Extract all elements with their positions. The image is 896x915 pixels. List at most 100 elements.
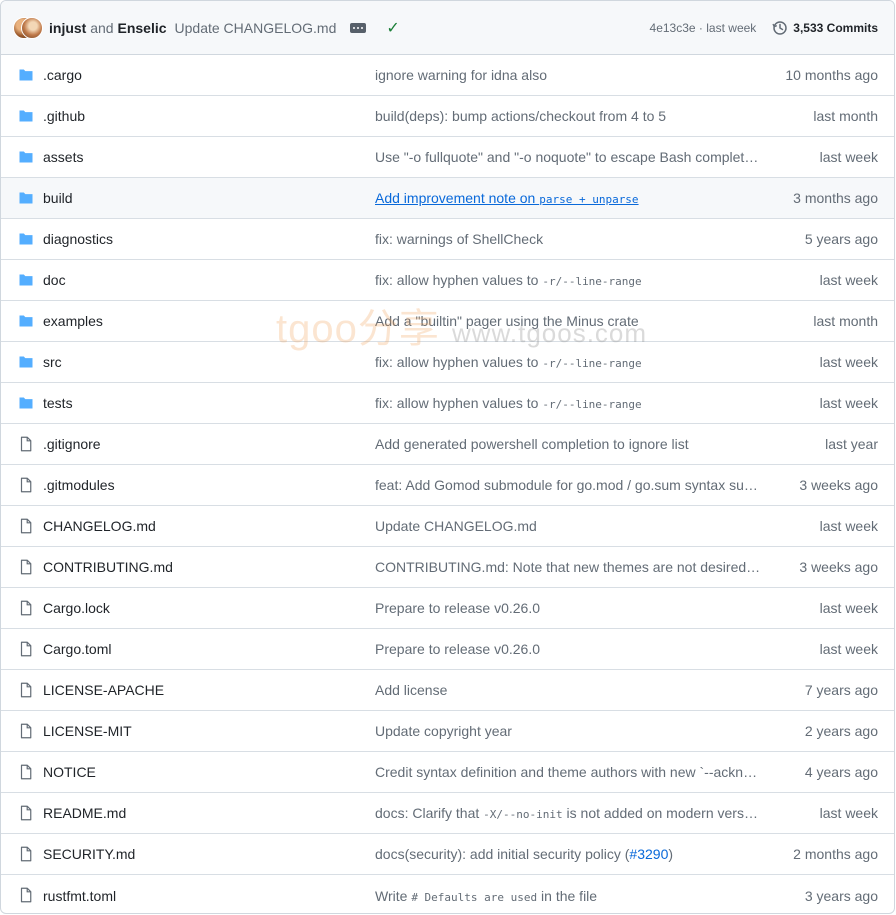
file-row[interactable]: LICENSE-MIT Update copyright year 2 years … (1, 711, 894, 752)
file-name-link[interactable]: assets (43, 149, 83, 165)
file-name-link[interactable]: NOTICE (43, 764, 96, 780)
commit-message-link[interactable]: docs: Clarify that -X/--no-init is not a… (375, 805, 761, 821)
commit-age[interactable]: last month (813, 108, 878, 124)
commit-message-link[interactable]: fix: allow hyphen values to -r/--line-ra… (375, 272, 761, 288)
file-name-link[interactable]: tests (43, 395, 73, 411)
file-name-link[interactable]: .github (43, 108, 85, 124)
commit-age[interactable]: last week (820, 395, 878, 411)
file-row[interactable]: build Add improvement note on parse + unp… (1, 178, 894, 219)
file-row[interactable]: diagnostics fix: warnings of ShellCheck 5 … (1, 219, 894, 260)
commit-age[interactable]: last month (813, 313, 878, 329)
commit-message-link[interactable]: Add a "builtin" pager using the Minus cr… (375, 313, 761, 329)
commit-age[interactable]: last week (820, 641, 878, 657)
commit-age[interactable]: 2 years ago (805, 723, 878, 739)
commit-message-link[interactable]: Write # Defaults are used in the file (375, 888, 761, 904)
file-name-link[interactable]: CHANGELOG.md (43, 518, 156, 534)
file-name-link[interactable]: build (43, 190, 73, 206)
file-row[interactable]: CONTRIBUTING.md CONTRIBUTING.md: Note tha… (1, 547, 894, 588)
file-name-link[interactable]: CONTRIBUTING.md (43, 559, 173, 575)
commit-age[interactable]: 4 years ago (805, 764, 878, 780)
commit-message-link[interactable]: fix: allow hyphen values to -r/--line-ra… (375, 354, 761, 370)
commit-age[interactable]: 10 months ago (785, 67, 878, 83)
commit-message-link[interactable]: Add license (375, 682, 761, 698)
commit-message-link[interactable]: Add generated powershell completion to i… (375, 436, 761, 452)
check-icon[interactable]: ✓ (386, 18, 399, 38)
file-name-link[interactable]: README.md (43, 805, 126, 821)
commit-age[interactable]: last week (820, 149, 878, 165)
issue-reference-link[interactable]: #3290 (629, 846, 668, 862)
commit-message-link[interactable]: Add improvement note on parse + unparse (375, 190, 761, 206)
file-name-link[interactable]: Cargo.toml (43, 641, 111, 657)
file-row[interactable]: doc fix: allow hyphen values to -r/--line… (1, 260, 894, 301)
commit-age[interactable]: 3 weeks ago (799, 559, 878, 575)
commit-age[interactable]: last week (820, 600, 878, 616)
commit-message-link[interactable]: CONTRIBUTING.md: Note that new themes ar… (375, 559, 761, 575)
file-name-link[interactable]: LICENSE-MIT (43, 723, 132, 739)
file-row[interactable]: src fix: allow hyphen values to -r/--line… (1, 342, 894, 383)
commit-message-link[interactable]: fix: allow hyphen values to -r/--line-ra… (375, 395, 761, 411)
commit-sha[interactable]: 4e13c3e (650, 21, 696, 35)
commit-message-link[interactable]: Use "-o fullquote" and "-o noquote" to e… (375, 149, 761, 165)
author-link[interactable]: injust (49, 20, 86, 36)
commit-age[interactable]: 7 years ago (805, 682, 878, 698)
commit-age[interactable]: last year (825, 436, 878, 452)
commit-message-link[interactable]: Prepare to release v0.26.0 (375, 641, 761, 657)
folder-icon (19, 69, 33, 81)
file-name-link[interactable]: .gitignore (43, 436, 101, 452)
expand-commit-button[interactable] (350, 22, 367, 33)
commit-age[interactable]: 5 years ago (805, 231, 878, 247)
commit-message-link[interactable]: fix: warnings of ShellCheck (375, 231, 761, 247)
commit-age[interactable]: 2 months ago (793, 846, 878, 862)
message-text: fix: warnings of ShellCheck (375, 231, 544, 247)
file-row[interactable]: tests fix: allow hyphen values to -r/--li… (1, 383, 894, 424)
file-row[interactable]: CHANGELOG.md Update CHANGELOG.md last week (1, 506, 894, 547)
file-row[interactable]: SECURITY.md docs(security): add initial s… (1, 834, 894, 875)
commit-age[interactable]: last week (820, 272, 878, 288)
file-row[interactable]: assets Use "-o fullquote" and "-o noquote… (1, 137, 894, 178)
file-row[interactable]: LICENSE-APACHE Add license 7 years ago (1, 670, 894, 711)
commit-age[interactable]: last week (820, 354, 878, 370)
file-name-link[interactable]: doc (43, 272, 66, 288)
file-name-link[interactable]: src (43, 354, 62, 370)
commit-message-link[interactable]: feat: Add Gomod submodule for go.mod / g… (375, 477, 761, 493)
file-browser: injust and Enselic Update CHANGELOG.md ✓… (0, 0, 895, 914)
file-row[interactable]: .gitignore Add generated powershell compl… (1, 424, 894, 465)
commit-message-link[interactable]: Update copyright year (375, 723, 761, 739)
commit-age[interactable]: 3 months ago (793, 190, 878, 206)
file-name-link[interactable]: diagnostics (43, 231, 113, 247)
file-row[interactable]: README.md docs: Clarify that -X/--no-init… (1, 793, 894, 834)
commits-history-link[interactable]: 3,533 Commits (772, 20, 878, 36)
commit-age[interactable]: 3 weeks ago (799, 477, 878, 493)
file-row[interactable]: .cargo ignore warning for idna also 10 mon… (1, 55, 894, 96)
file-name-link[interactable]: examples (43, 313, 103, 329)
commit-message-link[interactable]: Prepare to release v0.26.0 (375, 600, 761, 616)
commit-age: last week (706, 20, 757, 35)
file-row[interactable]: Cargo.lock Prepare to release v0.26.0 last… (1, 588, 894, 629)
file-name-link[interactable]: Cargo.lock (43, 600, 110, 616)
commit-message-link[interactable]: Credit syntax definition and theme autho… (375, 764, 761, 780)
commit-age[interactable]: last week (820, 518, 878, 534)
file-name-link[interactable]: LICENSE-APACHE (43, 682, 164, 698)
latest-commit-message[interactable]: Update CHANGELOG.md (175, 20, 337, 36)
commit-message-link[interactable]: docs(security): add initial security pol… (375, 846, 761, 862)
file-name-link[interactable]: rustfmt.toml (43, 888, 116, 904)
file-name-link[interactable]: .cargo (43, 67, 82, 83)
file-row[interactable]: Cargo.toml Prepare to release v0.26.0 last… (1, 629, 894, 670)
commit-message-link[interactable]: Update CHANGELOG.md (375, 518, 761, 534)
commit-sha-info[interactable]: 4e13c3e · last week (650, 21, 757, 35)
commit-age[interactable]: 3 years ago (805, 888, 878, 904)
commit-message-link[interactable]: build(deps): bump actions/checkout from … (375, 108, 761, 124)
author-avatars[interactable] (13, 16, 43, 39)
file-row[interactable]: .gitmodules feat: Add Gomod submodule for… (1, 465, 894, 506)
file-row[interactable]: NOTICE Credit syntax definition and theme… (1, 752, 894, 793)
commit-message-link[interactable]: ignore warning for idna also (375, 67, 761, 83)
file-row[interactable]: rustfmt.toml Write # Defaults are used in… (1, 875, 894, 913)
commits-count[interactable]: 3,533 Commits (793, 21, 878, 35)
file-row[interactable]: examples Add a "builtin" pager using the … (1, 301, 894, 342)
file-name-link[interactable]: .gitmodules (43, 477, 115, 493)
file-row[interactable]: .github build(deps): bump actions/checkou… (1, 96, 894, 137)
commit-age[interactable]: last week (820, 805, 878, 821)
file-name-link[interactable]: SECURITY.md (43, 846, 135, 862)
avatar[interactable] (21, 16, 43, 39)
author-link[interactable]: Enselic (117, 20, 166, 36)
